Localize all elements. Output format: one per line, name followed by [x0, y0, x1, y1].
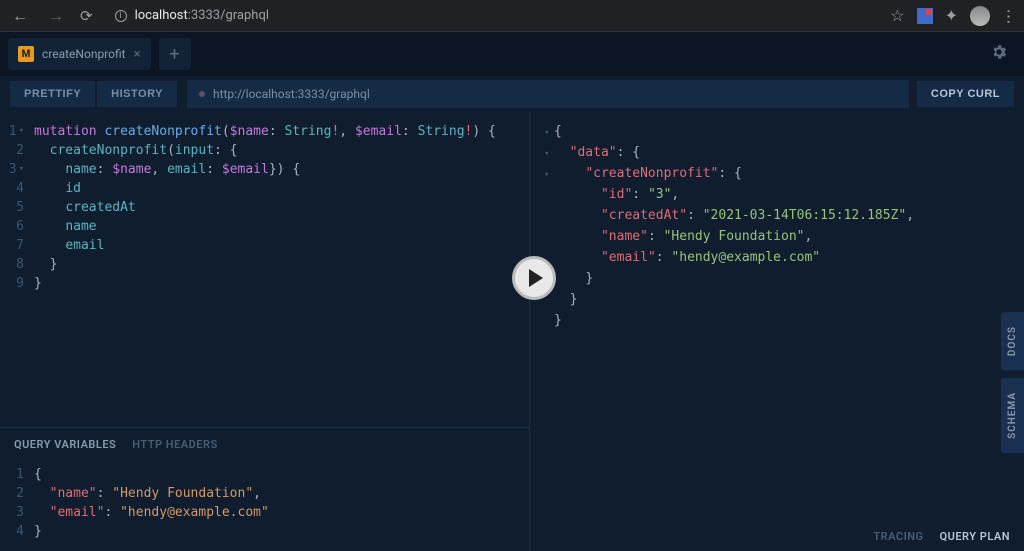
- reload-button[interactable]: ⟳: [80, 7, 93, 25]
- vars-gutter: 1 2 3 4: [0, 465, 30, 541]
- tab-create-nonprofit[interactable]: M createNonprofit ×: [8, 38, 151, 70]
- playground-toolbar: PRETTIFY HISTORY http://localhost:3333/g…: [0, 76, 1024, 112]
- address-bar[interactable]: i localhost:3333/graphql: [105, 4, 871, 28]
- schema-tab[interactable]: SCHEMA: [1001, 378, 1024, 453]
- browser-menu-icon[interactable]: ⋯: [1000, 9, 1019, 23]
- graphql-playground: M createNonprofit × + PRETTIFY HISTORY h…: [0, 32, 1024, 551]
- history-button[interactable]: HISTORY: [97, 81, 177, 107]
- play-icon: [529, 269, 543, 287]
- variables-section: QUERY VARIABLES HTTP HEADERS 1 2 3 4 { "…: [0, 427, 529, 551]
- extensions-icon[interactable]: ✦: [945, 6, 958, 25]
- copy-curl-button[interactable]: COPY CURL: [917, 81, 1014, 107]
- extension-icon[interactable]: [917, 8, 933, 24]
- query-editor[interactable]: 1▾ 2 3▾ 4 5 6 7 8 9 mutation createNonpr…: [0, 112, 529, 427]
- site-info-icon[interactable]: i: [115, 10, 127, 22]
- browser-toolbar: ← → ⟳ i localhost:3333/graphql ☆ ✦ ⋯: [0, 0, 1024, 32]
- endpoint-input[interactable]: http://localhost:3333/graphql: [187, 80, 909, 108]
- line-gutter: 1▾ 2 3▾ 4 5 6 7 8 9: [0, 122, 30, 417]
- forward-button[interactable]: →: [44, 6, 68, 26]
- chrome-actions: ☆ ✦ ⋯: [890, 6, 1016, 26]
- add-tab-button[interactable]: +: [159, 38, 191, 70]
- endpoint-url: http://localhost:3333/graphql: [213, 87, 370, 101]
- query-code[interactable]: mutation createNonprofit($name: String!,…: [30, 122, 529, 417]
- back-button[interactable]: ←: [8, 6, 32, 26]
- variables-code[interactable]: { "name": "Hendy Foundation", "email": "…: [30, 465, 529, 541]
- response-footer: TRACING QUERY PLAN: [859, 522, 1024, 551]
- execute-button[interactable]: [512, 256, 556, 300]
- playground-tabs: M createNonprofit × +: [0, 32, 1024, 76]
- close-icon[interactable]: ×: [134, 47, 141, 62]
- settings-icon[interactable]: [982, 43, 1016, 66]
- profile-avatar[interactable]: [970, 6, 990, 26]
- docs-tab[interactable]: DOCS: [1001, 312, 1024, 370]
- url-text: localhost:3333/graphql: [135, 8, 269, 23]
- response-pane[interactable]: ▾{ ▾ "data": { ▾ "createNonprofit": { "i…: [530, 112, 1024, 551]
- tab-http-headers[interactable]: HTTP HEADERS: [132, 438, 217, 451]
- workspace: 1▾ 2 3▾ 4 5 6 7 8 9 mutation createNonpr…: [0, 112, 1024, 551]
- query-plan-tab[interactable]: QUERY PLAN: [940, 530, 1010, 543]
- prettify-button[interactable]: PRETTIFY: [10, 81, 95, 107]
- endpoint-status-dot: [199, 91, 205, 97]
- variables-header: QUERY VARIABLES HTTP HEADERS: [0, 428, 529, 461]
- variables-editor[interactable]: 1 2 3 4 { "name": "Hendy Foundation", "e…: [0, 461, 529, 551]
- tab-label: createNonprofit: [42, 47, 126, 61]
- bookmark-icon[interactable]: ☆: [890, 6, 904, 25]
- side-tabs: DOCS SCHEMA: [1001, 312, 1024, 453]
- tab-query-variables[interactable]: QUERY VARIABLES: [14, 438, 116, 451]
- query-pane: 1▾ 2 3▾ 4 5 6 7 8 9 mutation createNonpr…: [0, 112, 530, 551]
- tab-badge: M: [18, 46, 34, 62]
- tracing-tab[interactable]: TRACING: [873, 530, 923, 543]
